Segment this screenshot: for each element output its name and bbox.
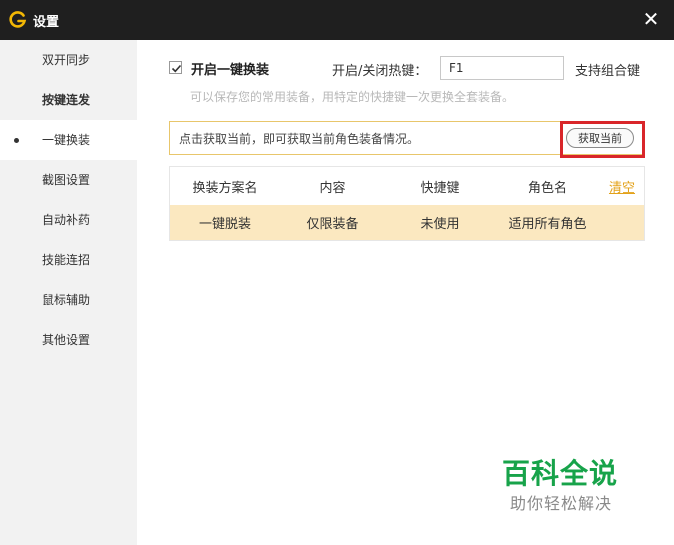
sidebar-item-label: 一键换装: [42, 133, 91, 147]
table-row[interactable]: 一键脱装 仅限装备 未使用 适用所有角色: [170, 205, 644, 240]
sidebar-item-auto-potion[interactable]: 自动补药: [0, 200, 137, 240]
sidebar-item-screenshot[interactable]: 截图设置: [0, 160, 137, 200]
table-header: 换装方案名 内容 快捷键 角色名 清空: [170, 167, 644, 206]
hotkey-label: 开启/关闭热键：: [332, 64, 428, 79]
active-dot-icon: [14, 138, 19, 143]
clear-cell: 清空: [600, 167, 644, 205]
sidebar-item-label: 其他设置: [42, 333, 91, 347]
close-icon: ✕: [642, 7, 660, 31]
hotkey-input[interactable]: [440, 56, 564, 80]
title-bar: 设置 ✕: [0, 0, 674, 40]
window-title: 设置: [33, 15, 60, 30]
sidebar-item-dual-sync[interactable]: 双开同步: [0, 40, 137, 80]
clear-link[interactable]: 清空: [609, 177, 635, 196]
header-role-name: 角色名: [527, 180, 567, 196]
outfit-table: 换装方案名 内容 快捷键 角色名 清空 一键脱装 仅限装备 未使用 适用所有角色: [169, 166, 645, 241]
row-content: 仅限装备: [306, 217, 359, 232]
enable-outfit-checkbox[interactable]: [169, 61, 182, 74]
sidebar-item-label: 技能连招: [42, 253, 91, 267]
header-scheme-name: 换装方案名: [192, 180, 258, 196]
sidebar-item-other-settings[interactable]: 其他设置: [0, 320, 137, 360]
sidebar-item-mouse-assist[interactable]: 鼠标辅助: [0, 280, 137, 320]
watermark-subtitle: 助你轻松解决: [510, 494, 613, 513]
sidebar-item-skill-combo[interactable]: 技能连招: [0, 240, 137, 280]
outfit-hint-text: 可以保存您的常用装备，用特定的快捷键一次更换全套装备。: [190, 90, 515, 104]
enable-outfit-label[interactable]: 开启一键换装: [191, 59, 269, 78]
row-role-name: 适用所有角色: [508, 217, 587, 232]
sidebar-item-label: 自动补药: [42, 213, 91, 227]
sidebar-item-key-repeat[interactable]: 按键连发: [0, 80, 137, 120]
sidebar-item-label: 双开同步: [42, 53, 91, 67]
sidebar-item-one-key-outfit[interactable]: 一键换装: [0, 120, 137, 160]
enable-row: 开启一键换装 开启/关闭热键： 支持组合键: [169, 56, 649, 82]
header-content: 内容: [319, 180, 346, 196]
watermark: 百科全说 助你轻松解决: [480, 438, 649, 520]
checkmark-icon: [171, 64, 182, 73]
sidebar-item-label: 鼠标辅助: [42, 293, 91, 307]
support-combo-label: 支持组合键: [575, 64, 641, 79]
close-button[interactable]: ✕: [640, 8, 662, 30]
fetch-current-button[interactable]: 获取当前: [566, 128, 634, 148]
row-hotkey: 未使用: [420, 217, 460, 232]
g-logo-icon: [9, 11, 27, 29]
row-scheme-name: 一键脱装: [198, 217, 251, 232]
sidebar-item-label: 截图设置: [42, 173, 91, 187]
watermark-title: 百科全说: [502, 457, 619, 490]
sidebar: 双开同步 按键连发 一键换装 截图设置 自动补药 技能连招 鼠标辅助 其他设置: [0, 40, 137, 545]
sidebar-item-label: 按键连发: [42, 93, 91, 107]
notice-text: 点击获取当前，即可获取当前角色装备情况。: [179, 132, 420, 146]
header-hotkey: 快捷键: [420, 180, 460, 196]
